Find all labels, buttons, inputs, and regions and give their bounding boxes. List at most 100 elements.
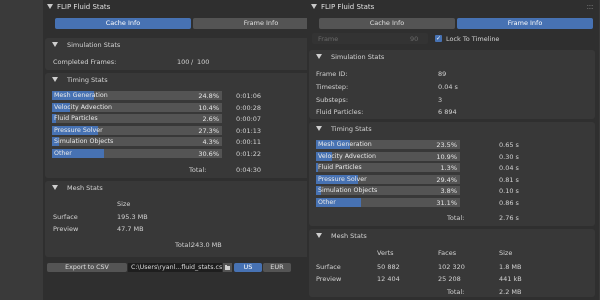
timing-time-value: 0:01:13 (236, 126, 262, 135)
section-header[interactable]: Mesh Stats (309, 229, 595, 242)
mesh-total-label: Total: (447, 288, 465, 296)
timing-bar: Other 30.6% (52, 148, 222, 158)
expand-triangle-icon[interactable] (316, 126, 322, 131)
section-title: Simulation Stats (331, 53, 385, 61)
panel-header[interactable]: FLIP Fluid Stats :::: (307, 0, 599, 15)
timing-time-value: 0.30 s (499, 152, 519, 161)
timing-bar-percent: 29.4% (436, 175, 457, 184)
completed-frames-label: Completed Frames: (53, 58, 117, 66)
expand-triangle-icon[interactable] (52, 42, 58, 47)
frame-id-value: 89 (438, 70, 447, 78)
timing-bar-percent: 2.6% (202, 115, 219, 123)
mesh-total-label: Total: (175, 241, 193, 249)
timing-time-value: 0:00:11 (236, 138, 262, 146)
drag-grip-icon[interactable]: :::: (586, 2, 594, 11)
timing-bar-label: Pressure Solver (318, 175, 367, 183)
timing-bar-percent: 27.3% (198, 126, 219, 135)
us-format-button[interactable]: US (234, 263, 262, 272)
timing-bar-percent: 3.8% (440, 187, 457, 195)
expand-triangle-icon[interactable] (316, 54, 322, 59)
timing-bar: Mesh Generation 23.5% (316, 140, 460, 149)
simulation-stats-section: Simulation Stats Completed Frames: 100 /… (45, 38, 331, 70)
export-to-csv-button[interactable]: Export to CSV (47, 263, 127, 272)
timing-bar-percent: 1.3% (440, 164, 457, 172)
panel-header[interactable]: FLIP Fluid Stats :::: (43, 0, 335, 15)
timing-bar: Pressure Solver 27.3% (52, 125, 222, 135)
timing-time-value: 0:00:28 (236, 103, 262, 112)
timestep-value: 0.04 s (438, 83, 458, 91)
timing-bar-percent: 4.3% (202, 138, 219, 146)
section-title: Simulation Stats (67, 41, 121, 49)
timing-bar: Velocity Advection 10.9% (316, 151, 460, 161)
surface-size: 195.3 MB (117, 213, 148, 221)
tab-bar: Cache Info Frame Info (55, 18, 329, 29)
eur-format-button[interactable]: EUR (263, 263, 291, 272)
timing-time-value: 0.65 s (499, 141, 519, 149)
timing-bar-percent: 31.1% (436, 198, 457, 207)
tab-bar: Cache Info Frame Info (319, 18, 593, 29)
csv-path-field[interactable]: C:\Users\ryanl...fluid_stats.csv (128, 263, 222, 272)
timing-bar-percent: 10.4% (198, 103, 219, 112)
timing-stats-section: Timing Stats Mesh Generation 24.8% 0:01:06… (45, 73, 331, 178)
surface-faces: 102 320 (438, 263, 465, 271)
faces-column-header: Faces (438, 249, 457, 257)
flip-fluid-stats-panel-right: FLIP Fluid Stats :::: Cache Info Frame I… (307, 0, 599, 300)
tab-frame-info[interactable]: Frame Info (457, 18, 593, 29)
timing-bar-percent: 23.5% (436, 141, 457, 149)
surface-verts: 50 882 (377, 263, 400, 271)
tab-cache-info[interactable]: Cache Info (55, 18, 191, 29)
lock-to-timeline-checkbox[interactable]: ✓ (435, 35, 442, 42)
mesh-stats-section: Mesh Stats Size Surface 195.3 MB Preview… (45, 181, 331, 257)
substeps-value: 3 (438, 96, 443, 104)
size-column-header: Size (499, 249, 513, 257)
timing-bar-percent: 24.8% (198, 92, 219, 100)
panel-title: FLIP Fluid Stats (321, 3, 375, 11)
mesh-total-value: 243.0 MB (191, 241, 222, 249)
timing-bar: Fluid Particles 1.3% (316, 163, 460, 172)
completed-frames-separator: / (191, 58, 194, 66)
timing-bar-percent: 30.6% (198, 149, 219, 158)
collapse-triangle-icon[interactable] (311, 4, 317, 9)
surface-label: Surface (316, 263, 341, 271)
timing-bar: Simulation Objects 3.8% (316, 186, 460, 195)
timing-total-value: 0:04:30 (236, 166, 262, 174)
section-title: Mesh Stats (331, 232, 367, 240)
section-title: Timing Stats (331, 125, 372, 133)
timing-total-value: 2.76 s (499, 214, 519, 222)
preview-faces: 25 208 (438, 275, 461, 283)
section-header[interactable]: Simulation Stats (309, 50, 595, 63)
expand-triangle-icon[interactable] (316, 233, 322, 238)
timing-time-value: 0.86 s (499, 198, 519, 207)
frame-field[interactable]: Frame 90 (312, 33, 428, 44)
preview-label: Preview (53, 225, 79, 233)
timing-bar: Fluid Particles 2.6% (52, 114, 222, 123)
timing-bar-label: Other (318, 198, 336, 206)
substeps-label: Substeps: (316, 96, 349, 104)
size-column-header: Size (117, 200, 131, 208)
expand-triangle-icon[interactable] (52, 77, 58, 82)
section-header[interactable]: Simulation Stats (45, 38, 331, 51)
fluid-particles-value: 6 894 (438, 108, 457, 116)
section-title: Timing Stats (67, 76, 108, 84)
folder-icon[interactable] (223, 263, 232, 272)
tab-cache-info[interactable]: Cache Info (319, 18, 455, 29)
frame-id-label: Frame ID: (316, 70, 348, 78)
timing-time-value: 0.10 s (499, 187, 519, 195)
expand-triangle-icon[interactable] (52, 185, 58, 190)
timing-time-value: 0.81 s (499, 175, 519, 184)
fluid-particles-label: Fluid Particles: (316, 108, 364, 116)
preview-size: 441 kB (499, 275, 522, 283)
timing-time-value: 0:01:06 (236, 92, 262, 100)
collapse-triangle-icon[interactable] (47, 4, 53, 9)
section-header[interactable]: Timing Stats (309, 122, 595, 135)
frame-field-label: Frame (318, 35, 339, 43)
lock-to-timeline-label: Lock To Timeline (446, 35, 500, 43)
timing-bar: Mesh Generation 24.8% (52, 91, 222, 100)
export-button-label: Export to CSV (65, 264, 109, 271)
timing-bar-label: Mesh Generation (54, 92, 108, 99)
section-header[interactable]: Mesh Stats (45, 181, 331, 194)
section-header[interactable]: Timing Stats (45, 73, 331, 86)
preview-size: 47.7 MB (117, 225, 144, 233)
timing-bar-label: Pressure Solver (54, 126, 103, 134)
timing-bar-label: Simulation Objects (54, 138, 114, 145)
